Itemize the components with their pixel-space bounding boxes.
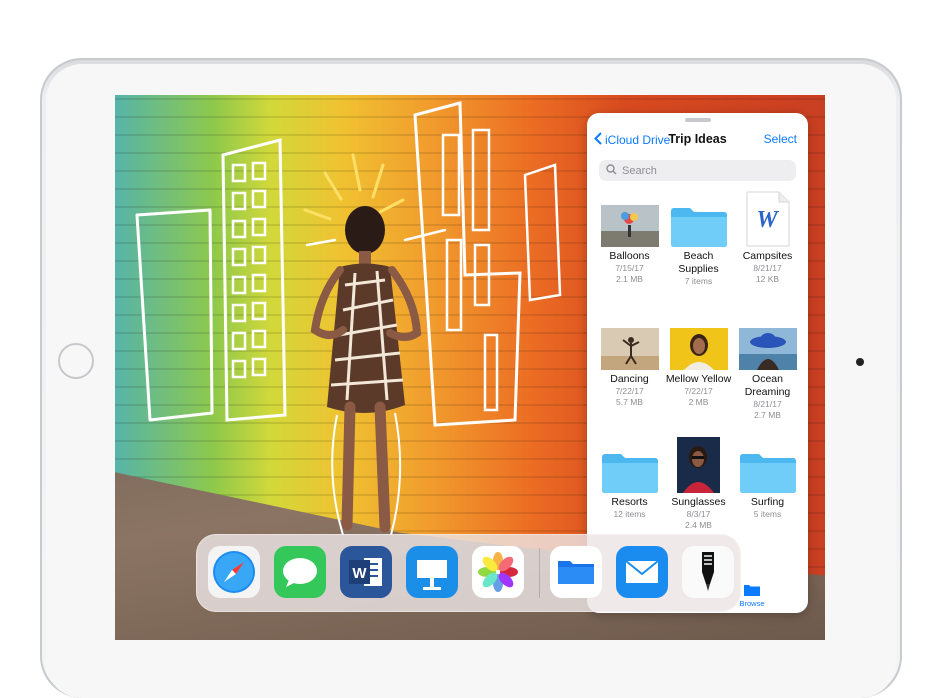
sunglasses-thumbnail xyxy=(677,437,720,493)
home-button[interactable] xyxy=(58,343,94,379)
photos-app-icon[interactable] xyxy=(472,546,524,598)
file-grid: Balloons 7/15/17 2.1 MB Beach Supplies 7… xyxy=(595,191,802,568)
file-size: 2.1 MB xyxy=(616,274,643,284)
folder-icon xyxy=(739,454,796,493)
file-size: 12 KB xyxy=(755,274,780,284)
file-name: Balloons xyxy=(609,250,650,262)
camera xyxy=(856,358,864,366)
files-app-icon[interactable] xyxy=(550,546,602,598)
keynote-app-icon[interactable] xyxy=(406,546,458,598)
file-date: 8/21/17 xyxy=(753,263,782,273)
file-item-mellow-yellow[interactable]: Mellow Yellow 7/22/17 2 MB xyxy=(664,322,733,445)
folder-count: 5 items xyxy=(753,509,782,519)
markup-app-icon[interactable] xyxy=(682,546,734,598)
file-date: 7/22/17 xyxy=(615,386,644,396)
file-date: 7/15/17 xyxy=(615,263,644,273)
messages-app-icon[interactable] xyxy=(274,546,326,598)
safari-app-icon[interactable] xyxy=(208,546,260,598)
balloons-thumbnail xyxy=(600,205,659,247)
file-size: 2 MB xyxy=(688,397,709,407)
folder-name: Beach Supplies xyxy=(678,250,719,275)
file-name: Sunglasses xyxy=(671,496,726,508)
folder-item-beach-supplies[interactable]: Beach Supplies 7 items xyxy=(664,199,733,322)
dock: W xyxy=(196,534,741,612)
search-icon xyxy=(606,162,617,180)
file-date: 7/22/17 xyxy=(684,386,713,396)
folder-name: Surfing xyxy=(750,496,785,508)
search-input[interactable] xyxy=(622,164,782,177)
select-button[interactable]: Select xyxy=(764,132,797,146)
file-date: 8/3/17 xyxy=(686,509,711,519)
file-size: 2.4 MB xyxy=(685,520,712,530)
file-item-campsites[interactable]: W Campsites 8/21/17 12 KB xyxy=(733,191,802,322)
file-name: Campsites xyxy=(742,250,793,262)
file-size: 5.7 MB xyxy=(616,397,643,407)
word-app-icon[interactable]: W xyxy=(340,546,392,598)
file-item-balloons[interactable]: Balloons 7/15/17 2.1 MB xyxy=(595,199,664,322)
folder-icon xyxy=(601,454,658,493)
browse-folder-icon xyxy=(744,585,760,596)
folder-count: 7 items xyxy=(684,276,713,286)
folder-icon xyxy=(670,208,727,247)
mail-app-icon[interactable] xyxy=(616,546,668,598)
mellow-yellow-thumbnail xyxy=(669,328,728,370)
file-item-dancing[interactable]: Dancing 7/22/17 5.7 MB xyxy=(595,322,664,445)
folder-count: 12 items xyxy=(613,509,646,519)
panel-grabber[interactable] xyxy=(685,118,711,122)
folder-item-surfing[interactable]: Surfing 5 items xyxy=(733,445,802,568)
file-size: 2.7 MB xyxy=(754,410,781,420)
file-name: Ocean Dreaming xyxy=(744,373,791,398)
word-document-icon: W xyxy=(746,191,789,247)
file-item-ocean-dreaming[interactable]: Ocean Dreaming 8/21/17 2.7 MB xyxy=(733,322,802,445)
file-name: Dancing xyxy=(610,373,649,385)
search-field[interactable] xyxy=(599,160,796,181)
folder-name: Resorts xyxy=(611,496,648,508)
svg-text:W: W xyxy=(756,207,779,233)
ocean-dreaming-thumbnail xyxy=(738,328,797,370)
svg-text:W: W xyxy=(352,565,367,582)
file-date: 8/21/17 xyxy=(753,399,782,409)
file-name: Mellow Yellow xyxy=(665,373,732,385)
dock-divider xyxy=(539,548,540,598)
dancing-thumbnail xyxy=(600,328,659,370)
